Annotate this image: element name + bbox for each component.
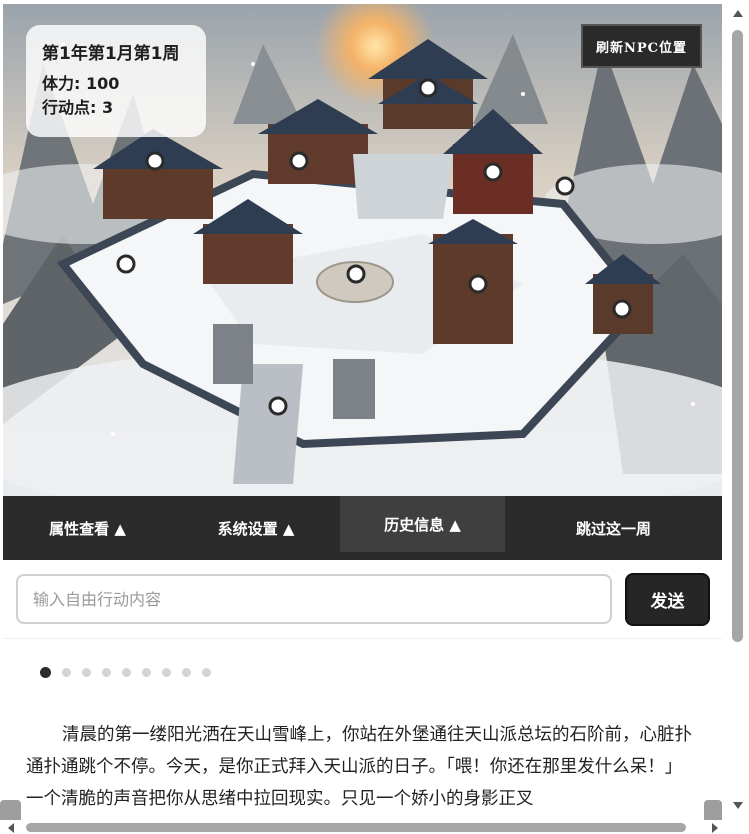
npc-marker[interactable] bbox=[418, 78, 438, 98]
npc-marker[interactable] bbox=[268, 396, 288, 416]
npc-marker[interactable] bbox=[612, 299, 632, 319]
npc-marker[interactable] bbox=[116, 254, 136, 274]
story-text: 清晨的第一缕阳光洒在天山雪峰上，你站在外堡通往天山派总坛的石阶前，心脏扑通扑通跳… bbox=[26, 725, 692, 809]
scroll-right-arrow-icon[interactable] bbox=[712, 823, 718, 833]
scroll-left-arrow-icon[interactable] bbox=[8, 823, 14, 833]
scroll-corner bbox=[0, 800, 21, 820]
tab-attributes[interactable]: 属性查看 ▲ bbox=[3, 496, 172, 560]
page-dot[interactable] bbox=[162, 668, 171, 677]
map-scene: 第1年第1月第1周 体力: 100 行动点: 3 刷新NPC位置 bbox=[3, 4, 722, 496]
stamina-stat: 体力: 100 bbox=[42, 74, 120, 93]
page-dot[interactable] bbox=[182, 668, 191, 677]
action-points-stat: 行动点: 3 bbox=[42, 98, 114, 117]
npc-marker[interactable] bbox=[289, 151, 309, 171]
send-button[interactable]: 发送 bbox=[625, 573, 710, 626]
tab-settings[interactable]: 系统设置 ▲ bbox=[172, 496, 340, 560]
action-input-row: 发送 bbox=[3, 560, 722, 639]
page-dot[interactable] bbox=[82, 668, 91, 677]
game-window: 第1年第1月第1周 体力: 100 行动点: 3 刷新NPC位置 属性查看 ▲ … bbox=[0, 0, 749, 834]
page-dot[interactable] bbox=[40, 667, 51, 678]
bottom-nav: 属性查看 ▲ 系统设置 ▲ 历史信息 ▲ 跳过这一周 bbox=[3, 496, 722, 560]
vertical-scrollbar[interactable] bbox=[729, 0, 749, 820]
player-stats-panel: 第1年第1月第1周 体力: 100 行动点: 3 bbox=[26, 25, 206, 137]
npc-marker[interactable] bbox=[555, 176, 575, 196]
page-dot[interactable] bbox=[102, 668, 111, 677]
page-dot[interactable] bbox=[142, 668, 151, 677]
tab-history[interactable]: 历史信息 ▲ bbox=[340, 496, 505, 552]
free-action-input[interactable] bbox=[16, 574, 612, 624]
scroll-corner bbox=[704, 800, 722, 820]
npc-marker[interactable] bbox=[346, 264, 366, 284]
vertical-scroll-thumb[interactable] bbox=[732, 30, 743, 642]
npc-marker[interactable] bbox=[145, 151, 165, 171]
npc-marker[interactable] bbox=[483, 162, 503, 182]
page-dot[interactable] bbox=[202, 668, 211, 677]
npc-marker[interactable] bbox=[468, 274, 488, 294]
skip-week-button[interactable]: 跳过这一周 bbox=[505, 496, 722, 560]
page-indicator bbox=[40, 667, 211, 678]
scroll-down-arrow-icon[interactable] bbox=[733, 802, 743, 809]
game-date: 第1年第1月第1周 bbox=[42, 44, 180, 64]
page-dot[interactable] bbox=[62, 668, 71, 677]
page-dot[interactable] bbox=[122, 668, 131, 677]
horizontal-scroll-thumb[interactable] bbox=[26, 823, 686, 832]
story-panel: 清晨的第一缕阳光洒在天山雪峰上，你站在外堡通往天山派总坛的石阶前，心脏扑通扑通跳… bbox=[3, 639, 722, 819]
scroll-up-arrow-icon[interactable] bbox=[733, 10, 743, 17]
horizontal-scrollbar[interactable] bbox=[0, 820, 729, 834]
refresh-npc-button[interactable]: 刷新NPC位置 bbox=[581, 24, 702, 68]
